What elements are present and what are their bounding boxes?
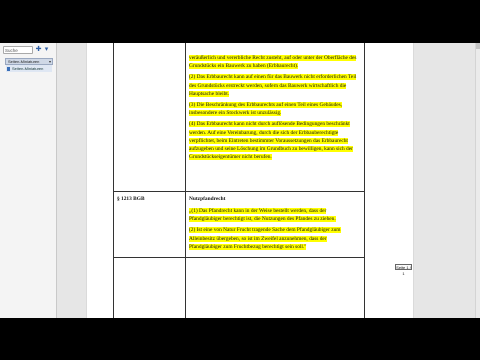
thumbnails-panel-header[interactable]: Seiten-Miniaturen ▾ xyxy=(5,58,53,65)
page-tooltip: Seite 1 / 1 xyxy=(395,264,412,276)
navigation-pane: Suche ✚ ▾ Seiten-Miniaturen ▾ Seiten-Min… xyxy=(0,43,57,318)
page-icon xyxy=(7,66,10,71)
table-border-left xyxy=(113,43,114,318)
highlighted-paragraph: „(1) Das Pfandrecht kann in der Weise be… xyxy=(189,208,336,223)
letterbox-bottom xyxy=(0,318,480,360)
section-title: Nutzpfandrecht xyxy=(189,196,226,202)
thumbnails-item-label: Seiten-Miniaturen xyxy=(12,66,44,71)
search-input[interactable]: Suche xyxy=(3,46,33,54)
highlighted-paragraph: (4) Das Erbbaurecht kann nicht durch auf… xyxy=(189,121,353,161)
table-row-divider xyxy=(113,191,365,192)
table-cell-text: „(1) Das Pfandrecht kann in der Weise be… xyxy=(189,207,359,251)
highlighted-paragraph: (3) Die Beschränkung des Erbbaurechts au… xyxy=(189,102,343,117)
highlighted-paragraph: veräußerlich und vererbliche Recht zuste… xyxy=(189,55,357,70)
letterbox-top xyxy=(0,0,480,43)
scrollbar-thumb[interactable] xyxy=(476,43,480,49)
section-code: § 1213 BGB xyxy=(117,196,145,202)
table-row-divider xyxy=(113,257,365,258)
add-icon[interactable]: ✚ xyxy=(35,46,42,54)
table-cell-text: veräußerlich und vererbliche Recht zuste… xyxy=(189,54,357,161)
pdf-viewer-window: Suche ✚ ▾ Seiten-Miniaturen ▾ Seiten-Min… xyxy=(0,43,480,318)
vertical-scrollbar[interactable] xyxy=(475,43,480,318)
document-page: veräußerlich und vererbliche Recht zuste… xyxy=(87,43,413,318)
table-column-divider xyxy=(185,43,186,318)
document-area[interactable]: veräußerlich und vererbliche Recht zuste… xyxy=(57,43,480,318)
highlighted-paragraph: (2) Ist eine von Natur Frucht tragende S… xyxy=(189,227,341,250)
thumbnails-list-item[interactable]: Seiten-Miniaturen xyxy=(6,65,52,72)
table-border-right xyxy=(364,43,365,318)
thumbnails-header-label: Seiten-Miniaturen xyxy=(8,59,40,64)
law-table: veräußerlich und vererbliche Recht zuste… xyxy=(113,43,365,318)
search-options-icon[interactable]: ▾ xyxy=(43,46,50,54)
highlighted-paragraph: (2) Das Erbbaurecht kann auf einen für d… xyxy=(189,74,357,97)
